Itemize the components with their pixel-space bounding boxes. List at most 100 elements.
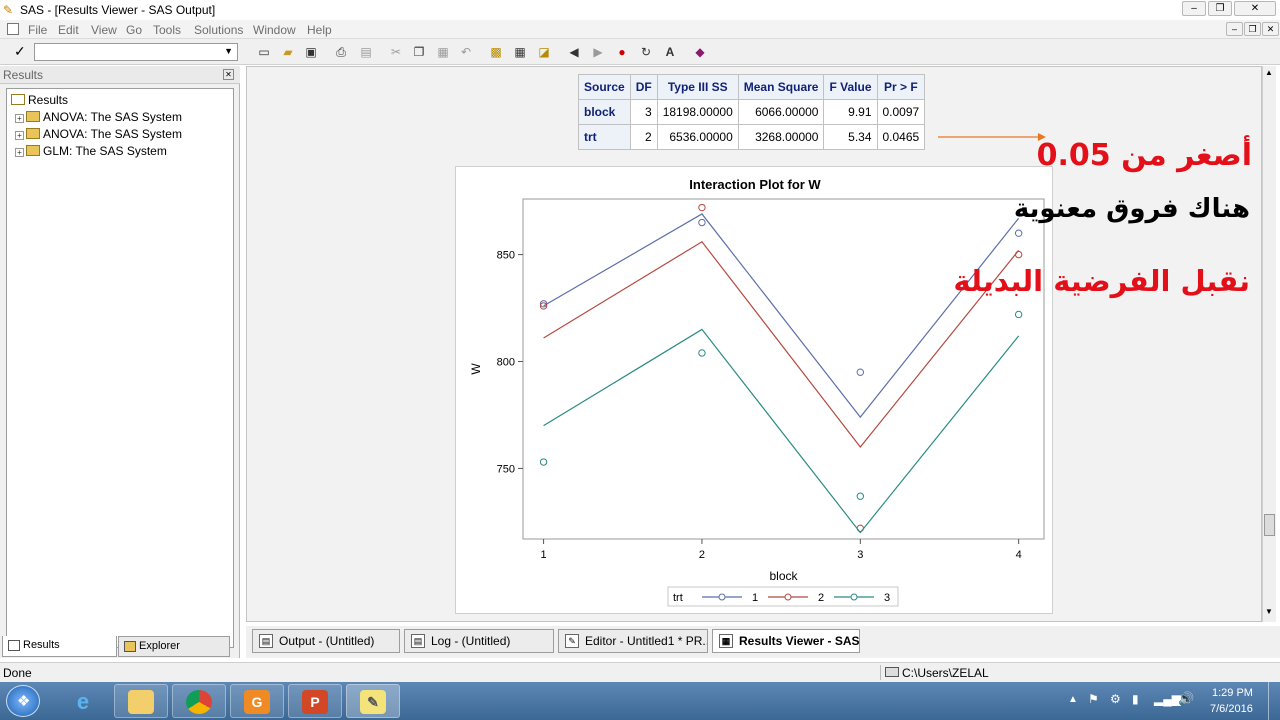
menu-file[interactable]: File	[28, 23, 47, 37]
open-icon[interactable]: ▰	[280, 44, 296, 60]
undo-icon[interactable]: ↶	[458, 44, 474, 60]
tab-log[interactable]: ▤ Log - (Untitled)	[404, 629, 554, 653]
signal-icon[interactable]: ▂▄▆	[1154, 692, 1181, 706]
paste-icon[interactable]: ▦	[435, 44, 451, 60]
menu-window[interactable]: Window	[253, 23, 296, 37]
print-preview-icon[interactable]: ▤	[358, 44, 374, 60]
y-axis-label: W	[469, 363, 483, 375]
child-close-button[interactable]: ✕	[1262, 22, 1279, 36]
expand-icon[interactable]: +	[15, 148, 24, 157]
menu-tools[interactable]: Tools	[153, 23, 181, 37]
scroll-down-icon[interactable]: ▼	[1265, 607, 1273, 616]
tab-log-label: Log - (Untitled)	[431, 634, 511, 648]
table-cell: 6066.00000	[737, 99, 825, 125]
x-tick-label: 1	[541, 549, 547, 561]
x-axis-label: block	[769, 569, 798, 583]
current-path[interactable]: C:\Users\ZELAL	[902, 666, 989, 680]
expand-icon[interactable]: +	[15, 114, 24, 123]
status-text: Done	[3, 666, 32, 680]
taskbar-powerpoint[interactable]: P	[288, 684, 342, 718]
clock-date[interactable]: 7/6/2016	[1210, 703, 1253, 715]
new-icon[interactable]: ▭	[256, 44, 272, 60]
scroll-up-icon[interactable]: ▲	[1265, 68, 1273, 77]
print-icon[interactable]: ⎙	[333, 44, 349, 60]
show-desktop-button[interactable]	[1268, 682, 1280, 720]
tree-item[interactable]: + ANOVA: The SAS System	[15, 127, 182, 141]
tree-item[interactable]: + ANOVA: The SAS System	[15, 110, 182, 124]
start-button[interactable]: ❖	[6, 685, 40, 717]
taskbar-ie[interactable]: e	[56, 684, 110, 718]
expand-icon[interactable]: +	[15, 131, 24, 140]
table-cell: 0.0097	[876, 99, 926, 125]
save-icon[interactable]: ▣	[303, 44, 319, 60]
tab-explorer[interactable]: Explorer	[118, 636, 230, 657]
tray-expand-icon[interactable]: ▲	[1068, 694, 1078, 705]
flag-icon[interactable]: ⚑	[1088, 692, 1099, 706]
volume-icon[interactable]: 🔊	[1178, 691, 1194, 707]
folder-icon	[26, 128, 40, 139]
chrome-icon	[186, 690, 212, 714]
taskbar: ❖ e G P ✎ ▲ ⚑ ⚙ ▮ ▂▄▆ 🔊 1:29 PM 7/6/2016	[0, 682, 1280, 720]
legend-label-trt-2: 2	[818, 592, 824, 604]
taskbar-chrome[interactable]	[172, 684, 226, 718]
battery-icon[interactable]: ▮	[1132, 692, 1139, 706]
tab-results-label: Results	[23, 639, 60, 651]
table-cell: 18198.00000	[656, 99, 739, 125]
cut-icon[interactable]: ✂	[388, 44, 404, 60]
sas-app-icon: ✎	[3, 3, 14, 17]
annotation-less-than: أصغر من 0.05	[1036, 138, 1252, 173]
child-minimize-button[interactable]: –	[1226, 22, 1243, 36]
taskbar-explorer[interactable]	[114, 684, 168, 718]
chevron-down-icon[interactable]: ▼	[224, 46, 233, 56]
taskbar-pdf[interactable]: G	[230, 684, 284, 718]
tab-results-viewer[interactable]: ▦ Results Viewer - SAS ...	[712, 629, 860, 653]
tree-root[interactable]: Results	[11, 93, 68, 107]
copy-icon[interactable]: ❐	[411, 44, 427, 60]
close-icon[interactable]: ✕	[223, 69, 234, 80]
tab-editor[interactable]: ✎ Editor - Untitled1 * PR...	[558, 629, 708, 653]
sas-explorer-icon[interactable]: ▦	[512, 44, 528, 60]
child-restore-button[interactable]: ❐	[1244, 22, 1261, 36]
powerpoint-icon: P	[302, 690, 328, 714]
table-cell: block	[578, 99, 631, 125]
folder-icon	[26, 111, 40, 122]
submit-check-icon[interactable]: ✓	[14, 43, 26, 60]
annotation-significant: هناك فروق معنوية	[1013, 194, 1250, 224]
help-book-icon[interactable]: ◆	[692, 44, 708, 60]
find-icon[interactable]: ◪	[536, 44, 552, 60]
title-bar: ✎ SAS - [Results Viewer - SAS Output] – …	[0, 0, 1280, 20]
stop-icon[interactable]: ●	[614, 44, 630, 60]
log-icon: ▤	[411, 634, 425, 648]
tab-results[interactable]: Results	[2, 636, 117, 657]
close-button[interactable]: ✕	[1234, 1, 1276, 16]
results-viewer-icon: ▦	[719, 634, 733, 648]
table-cell: 2	[629, 124, 658, 150]
menu-view[interactable]: View	[91, 23, 117, 37]
annotation-arrow	[938, 133, 1046, 141]
new-library-icon[interactable]: ▩	[488, 44, 504, 60]
left-panel-tabs: Results Explorer	[0, 636, 240, 658]
network-icon[interactable]: ⚙	[1110, 692, 1121, 706]
drive-icon	[885, 667, 899, 677]
vertical-scrollbar[interactable]: ▲ ▼	[1262, 66, 1276, 622]
refresh-icon[interactable]: ↻	[638, 44, 654, 60]
table-cell: 3	[629, 99, 658, 125]
child-window-icon[interactable]	[7, 23, 19, 35]
command-box[interactable]: ▼	[34, 43, 238, 61]
column-header: DF	[629, 74, 658, 100]
minimize-button[interactable]: –	[1182, 1, 1206, 16]
scroll-thumb[interactable]	[1264, 514, 1275, 536]
clock-time[interactable]: 1:29 PM	[1212, 687, 1253, 699]
menu-solutions[interactable]: Solutions	[194, 23, 243, 37]
tab-output[interactable]: ▤ Output - (Untitled)	[252, 629, 400, 653]
maximize-button[interactable]: ❐	[1208, 1, 1232, 16]
back-icon[interactable]: ◀	[566, 44, 582, 60]
menu-edit[interactable]: Edit	[58, 23, 79, 37]
tree-item[interactable]: + GLM: The SAS System	[15, 144, 167, 158]
tree-item-label: ANOVA: The SAS System	[43, 110, 182, 124]
font-icon[interactable]: A	[662, 44, 678, 60]
forward-icon[interactable]: ▶	[590, 44, 606, 60]
menu-go[interactable]: Go	[126, 23, 142, 37]
menu-help[interactable]: Help	[307, 23, 332, 37]
taskbar-sas[interactable]: ✎	[346, 684, 400, 718]
